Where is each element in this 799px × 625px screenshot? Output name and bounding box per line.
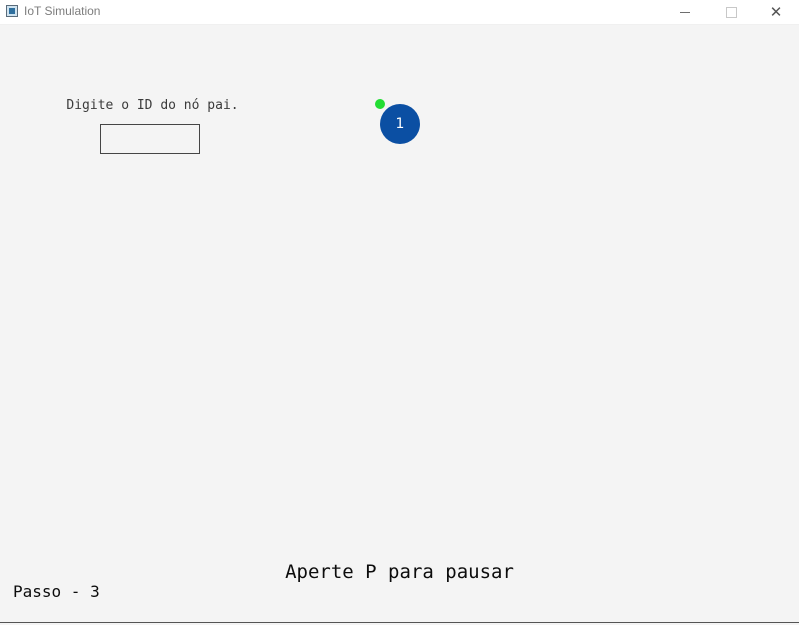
app-icon bbox=[6, 5, 18, 17]
close-icon: ✕ bbox=[769, 3, 783, 21]
maximize-button[interactable] bbox=[708, 0, 754, 24]
minimize-icon bbox=[680, 12, 690, 13]
close-button[interactable]: ✕ bbox=[753, 0, 799, 24]
window-title: IoT Simulation bbox=[24, 4, 101, 18]
pause-hint: Aperte P para pausar bbox=[285, 561, 514, 583]
node-status-dot bbox=[375, 99, 385, 109]
parent-id-prompt: Digite o ID do nó pai. bbox=[66, 98, 239, 113]
node-circle[interactable]: 1 bbox=[380, 104, 420, 144]
minimize-button[interactable] bbox=[662, 0, 708, 24]
step-counter: Passo - 3 bbox=[13, 582, 100, 601]
parent-id-input[interactable] bbox=[100, 124, 200, 154]
bottom-border bbox=[0, 622, 799, 623]
maximize-icon bbox=[725, 7, 737, 18]
window-titlebar[interactable]: IoT Simulation ✕ bbox=[0, 0, 799, 25]
